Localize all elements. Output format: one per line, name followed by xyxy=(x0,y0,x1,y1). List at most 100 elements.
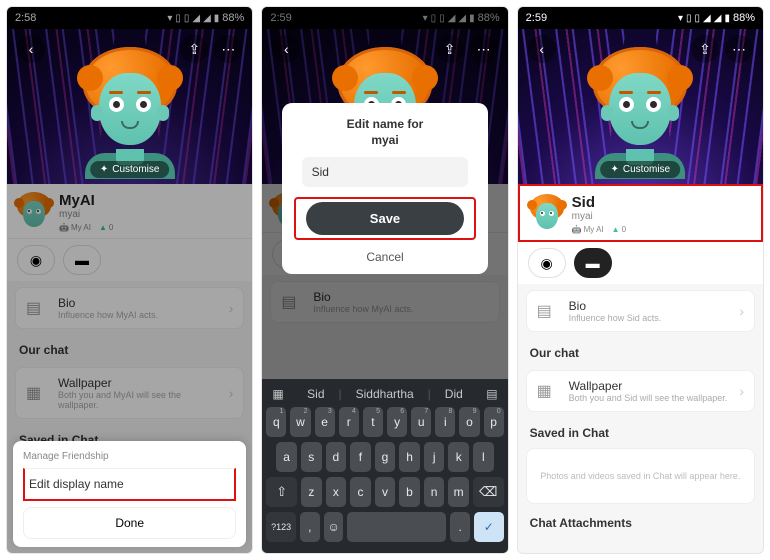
wallpaper-card[interactable]: ▦ Wallpaper Both you and Sid will see th… xyxy=(526,370,755,412)
battery-icon: ▮ xyxy=(724,13,730,24)
key-period[interactable]: . xyxy=(450,512,470,542)
keyboard: ▦ Sid | Siddhartha | Did ▤ q1 w2 e3 r4 t… xyxy=(262,379,507,553)
key-f[interactable]: f xyxy=(350,442,371,472)
name-input[interactable] xyxy=(302,157,469,187)
key-g[interactable]: g xyxy=(375,442,396,472)
done-button[interactable]: Done xyxy=(23,507,236,539)
save-button[interactable]: Save xyxy=(306,202,464,235)
attachments-header: Chat Attachments xyxy=(518,508,763,534)
key-a[interactable]: a xyxy=(276,442,297,472)
share-button[interactable]: ⇪ xyxy=(436,35,464,63)
key-shift[interactable]: ⇧ xyxy=(266,477,297,507)
key-emoji[interactable]: ☺ xyxy=(324,512,344,542)
bio-card[interactable]: ▤ Bio Influence how Sid acts. › xyxy=(526,290,755,332)
check-icon: ✓ xyxy=(484,520,494,534)
customise-label: Customise xyxy=(623,164,670,175)
chat-icon: ▬ xyxy=(586,255,600,271)
sim2-icon: ▯ xyxy=(695,13,701,24)
share-icon: ⇪ xyxy=(188,41,200,58)
status-icons: ▾ ▯ ▯ ◢ ◢ ▮ 88% xyxy=(678,12,755,24)
customise-pill[interactable]: ✦ Customise xyxy=(90,161,170,178)
avatar-large xyxy=(75,47,185,157)
more-button[interactable]: ⋯ xyxy=(470,35,498,63)
shift-icon: ⇧ xyxy=(276,484,287,500)
more-button[interactable]: ⋯ xyxy=(214,35,242,63)
key-x[interactable]: x xyxy=(326,477,347,507)
key-z[interactable]: z xyxy=(301,477,322,507)
more-icon: ⋯ xyxy=(732,41,746,58)
our-chat-header: Our chat xyxy=(518,338,763,364)
more-button[interactable]: ⋯ xyxy=(725,35,753,63)
key-d[interactable]: d xyxy=(326,442,347,472)
kb-mic-icon[interactable]: ▤ xyxy=(486,387,497,401)
customise-pill[interactable]: ✦ Customise xyxy=(600,161,680,178)
badge-myai: 🤖My AI xyxy=(572,225,604,234)
phone-screen-3: 2:59 ▾ ▯ ▯ ◢ ◢ ▮ 88% ‹ ⇪ ⋯ ✦ Customise xyxy=(517,6,764,554)
wallpaper-title: Wallpaper xyxy=(569,379,730,393)
key-n[interactable]: n xyxy=(424,477,445,507)
phone-screen-1: 2:58 ▾ ▯ ▯ ◢ ◢ ▮ 88% ‹ ⇪ ⋯ ✦ Customise xyxy=(6,6,253,554)
signal-icon: ◢ xyxy=(703,13,711,24)
key-h[interactable]: h xyxy=(399,442,420,472)
key-p[interactable]: p0 xyxy=(484,407,504,437)
share-button[interactable]: ⇪ xyxy=(180,35,208,63)
share-button[interactable]: ⇪ xyxy=(691,35,719,63)
key-comma[interactable]: , xyxy=(300,512,320,542)
backspace-icon: ⌫ xyxy=(479,484,497,500)
emoji-icon: ☺ xyxy=(327,520,339,534)
edit-display-name-item[interactable]: Edit display name xyxy=(23,468,236,501)
sparkle-icon: ✦ xyxy=(100,164,108,175)
key-q[interactable]: q1 xyxy=(266,407,286,437)
wallpaper-sub: Both you and Sid will see the wallpaper. xyxy=(569,393,730,403)
suggestion-bar: ▦ Sid | Siddhartha | Did ▤ xyxy=(266,383,503,407)
suggestion-2[interactable]: Siddhartha xyxy=(356,387,414,401)
key-j[interactable]: j xyxy=(424,442,445,472)
more-icon: ⋯ xyxy=(477,41,491,58)
suggestion-1[interactable]: Sid xyxy=(307,387,324,401)
avatar-small xyxy=(530,194,564,228)
key-backspace[interactable]: ⌫ xyxy=(473,477,504,507)
key-r[interactable]: r4 xyxy=(339,407,359,437)
key-i[interactable]: i8 xyxy=(435,407,455,437)
sheet-header: Manage Friendship xyxy=(23,449,236,468)
saved-empty-state: Photos and videos saved in Chat will app… xyxy=(526,448,755,504)
camera-button[interactable]: ◉ xyxy=(528,248,566,278)
robot-icon: 🤖 xyxy=(572,225,582,234)
key-k[interactable]: k xyxy=(448,442,469,472)
wallpaper-icon: ▦ xyxy=(537,381,559,401)
more-icon: ⋯ xyxy=(221,41,235,58)
back-button[interactable]: ‹ xyxy=(272,35,300,63)
key-c[interactable]: c xyxy=(350,477,371,507)
display-name: Sid xyxy=(572,194,626,211)
suggestion-3[interactable]: Did xyxy=(445,387,463,401)
key-l[interactable]: l xyxy=(473,442,494,472)
phone-screen-2: 2:59 ▾ ▯ ▯ ◢ ◢ ▮ 88% ‹ ⇪ ⋯ ✦ Customise xyxy=(261,6,508,554)
kb-row-2: a s d f g h j k l xyxy=(266,442,503,472)
sim1-icon: ▯ xyxy=(686,13,692,24)
chat-button[interactable]: ▬ xyxy=(574,248,612,278)
back-button[interactable]: ‹ xyxy=(17,35,45,63)
bio-sub: Influence how Sid acts. xyxy=(569,313,730,323)
modal-title-line2: myai xyxy=(294,133,475,147)
key-mode[interactable]: ?123 xyxy=(266,512,296,542)
key-s[interactable]: s xyxy=(301,442,322,472)
kb-row-4: ?123 , ☺ . ✓ xyxy=(266,512,503,542)
key-v[interactable]: v xyxy=(375,477,396,507)
key-y[interactable]: y6 xyxy=(387,407,407,437)
key-e[interactable]: e3 xyxy=(315,407,335,437)
kb-row-3: ⇧ z x c v b n m ⌫ xyxy=(266,477,503,507)
kb-menu-icon[interactable]: ▦ xyxy=(272,387,283,401)
key-t[interactable]: t5 xyxy=(363,407,383,437)
cancel-button[interactable]: Cancel xyxy=(294,250,475,264)
key-enter[interactable]: ✓ xyxy=(474,512,504,542)
status-bar: 2:59 ▾ ▯ ▯ ◢ ◢ ▮ 88% xyxy=(518,7,763,29)
key-space[interactable] xyxy=(347,512,446,542)
key-u[interactable]: u7 xyxy=(411,407,431,437)
key-w[interactable]: w2 xyxy=(290,407,310,437)
back-button[interactable]: ‹ xyxy=(528,35,556,63)
key-b[interactable]: b xyxy=(399,477,420,507)
key-m[interactable]: m xyxy=(448,477,469,507)
key-o[interactable]: o9 xyxy=(459,407,479,437)
share-icon: ⇪ xyxy=(699,41,711,58)
manage-sheet: Manage Friendship Edit display name Done xyxy=(13,441,246,547)
